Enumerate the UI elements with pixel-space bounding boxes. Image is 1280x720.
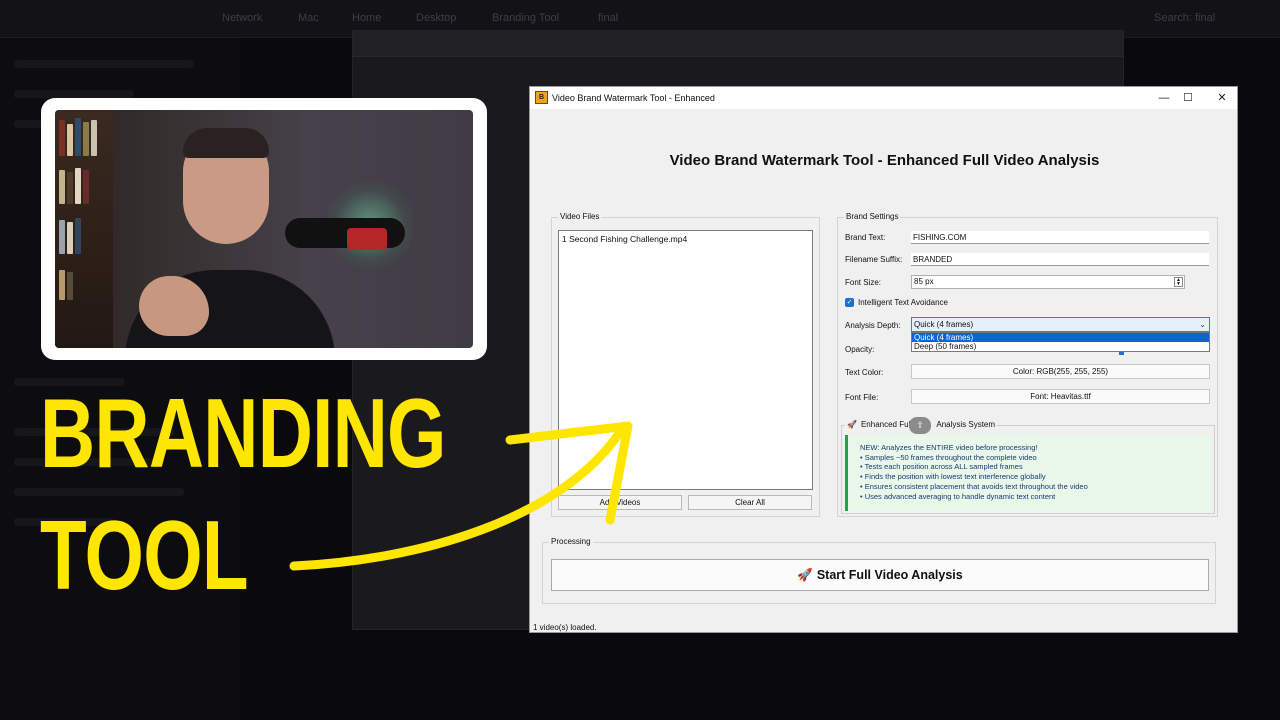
analysis-depth-value: Quick (4 frames) bbox=[914, 320, 974, 329]
analysis-depth-select[interactable]: Quick (4 frames) ⌄ bbox=[911, 317, 1210, 332]
analysis-depth-dropdown[interactable]: Quick (4 frames) Deep (50 frames) bbox=[911, 332, 1210, 352]
maximize-button[interactable]: ☐ bbox=[1177, 90, 1199, 106]
font-file-label: Font File: bbox=[845, 393, 879, 402]
analysis-depth-label: Analysis Depth: bbox=[845, 321, 901, 330]
brand-text-label: Brand Text: bbox=[845, 233, 886, 242]
dropdown-option-quick[interactable]: Quick (4 frames) bbox=[912, 333, 1209, 342]
app-logo-icon: B bbox=[535, 91, 548, 104]
bg-crumb: Desktop bbox=[416, 12, 457, 24]
text-avoidance-checkbox[interactable]: ✓ bbox=[845, 298, 854, 307]
app-window: B Video Brand Watermark Tool - Enhanced … bbox=[529, 86, 1238, 633]
text-color-label: Text Color: bbox=[845, 368, 884, 377]
microphone bbox=[285, 218, 405, 248]
text-color-button[interactable]: Color: RGB(255, 255, 255) bbox=[911, 364, 1210, 379]
brand-text-input[interactable]: FISHING.COM bbox=[911, 231, 1209, 244]
clear-all-button[interactable]: Clear All bbox=[688, 495, 812, 510]
status-bar: 1 video(s) loaded. bbox=[533, 623, 597, 632]
start-analysis-button[interactable]: 🚀 Start Full Video Analysis bbox=[551, 559, 1209, 591]
font-size-spinbox[interactable]: 85 px ▲ ▼ bbox=[911, 275, 1185, 289]
dropdown-option-deep[interactable]: Deep (50 frames) bbox=[912, 342, 1209, 351]
bg-crumb: Branding Tool bbox=[492, 12, 560, 24]
info-line: NEW: Analyzes the ENTIRE video before pr… bbox=[860, 443, 1038, 452]
rocket-icon: 🚀 bbox=[847, 420, 857, 429]
chevron-down-icon[interactable]: ⌄ bbox=[1199, 318, 1206, 331]
brand-settings-label: Brand Settings bbox=[844, 212, 901, 221]
processing-label: Processing bbox=[549, 537, 593, 546]
webcam-frame bbox=[41, 98, 487, 360]
bg-crumb: Network bbox=[222, 12, 263, 24]
person-hair bbox=[183, 128, 269, 158]
overlay-title-line1: BRANDING bbox=[40, 378, 446, 488]
close-button[interactable]: ✕ bbox=[1211, 90, 1233, 106]
text-avoidance-label[interactable]: Intelligent Text Avoidance bbox=[858, 298, 948, 307]
bg-crumb: final bbox=[598, 12, 619, 24]
start-analysis-label: Start Full Video Analysis bbox=[816, 568, 963, 582]
spin-arrows-icon[interactable]: ▲ ▼ bbox=[1174, 277, 1183, 287]
video-files-label: Video Files bbox=[558, 212, 602, 221]
filename-suffix-input[interactable]: BRANDED bbox=[911, 253, 1209, 266]
webcam-video bbox=[55, 110, 473, 348]
analysis-system-label-suffix: Analysis System bbox=[936, 420, 996, 429]
title-bar[interactable]: B Video Brand Watermark Tool - Enhanced … bbox=[530, 87, 1237, 109]
info-line: • Tests each position across ALL sampled… bbox=[860, 462, 1023, 472]
bg-crumb: Home bbox=[352, 12, 382, 24]
rocket-icon: 🚀 bbox=[797, 568, 813, 582]
app-heading: Video Brand Watermark Tool - Enhanced Fu… bbox=[669, 152, 1100, 169]
analysis-system-label-prefix: Enhanced Full bbox=[860, 420, 913, 429]
font-file-button[interactable]: Font: Heavitas.ttf bbox=[911, 389, 1210, 404]
video-file-list[interactable]: 1 Second Fishing Challenge.mp4 bbox=[558, 230, 813, 490]
video-file-item[interactable]: 1 Second Fishing Challenge.mp4 bbox=[562, 234, 687, 244]
cursor-hand-icon: ⇧ bbox=[909, 417, 931, 434]
info-line: • Samples ~50 frames throughout the comp… bbox=[860, 452, 1037, 462]
info-line: • Uses advanced averaging to handle dyna… bbox=[860, 491, 1056, 501]
opacity-label: Opacity: bbox=[845, 345, 875, 354]
info-line: • Finds the position with lowest text in… bbox=[860, 472, 1046, 482]
window-title: Video Brand Watermark Tool - Enhanced bbox=[552, 93, 715, 103]
microphone-mount bbox=[347, 228, 387, 250]
info-line: • Ensures consistent placement that avoi… bbox=[860, 481, 1088, 491]
font-size-label: Font Size: bbox=[845, 278, 882, 287]
analysis-info-box: NEW: Analyzes the ENTIRE video before pr… bbox=[845, 435, 1211, 511]
minimize-button[interactable]: — bbox=[1153, 90, 1175, 106]
overlay-title-line2: TOOL bbox=[40, 500, 249, 610]
filename-suffix-label: Filename Suffix: bbox=[845, 255, 903, 264]
font-size-value: 85 px bbox=[914, 277, 934, 286]
bg-search: Search: final bbox=[1154, 12, 1216, 24]
bg-crumb: Mac bbox=[298, 12, 319, 24]
bookshelf bbox=[55, 110, 113, 348]
add-videos-button[interactable]: Add Videos bbox=[558, 495, 682, 510]
